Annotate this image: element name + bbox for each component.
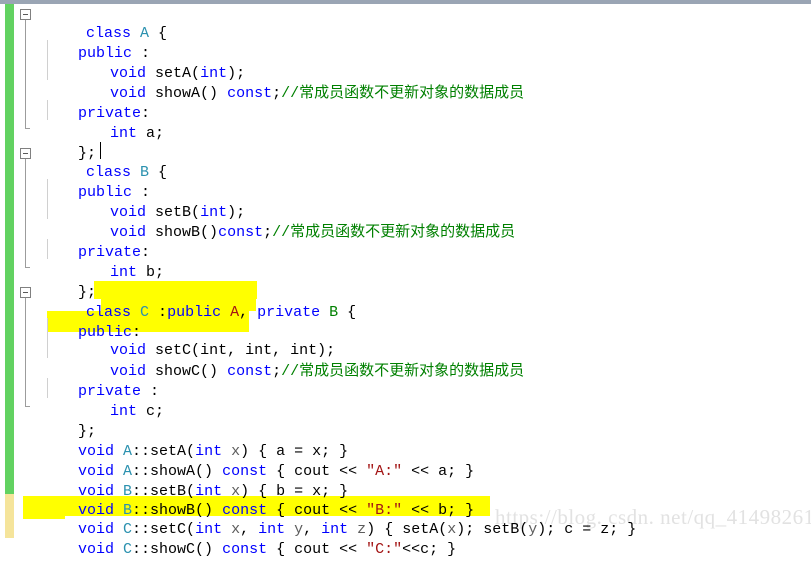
token-func: showC [155,363,201,380]
token-var: a; [146,125,165,142]
token-punct: () [200,224,219,241]
token-keyword2: public [167,304,231,321]
token-var: c; [146,403,165,420]
code-line-24[interactable]: void B::setB(int x) { b = x; } [24,462,348,500]
code-line-9[interactable]: public : [24,163,150,201]
token-sig: ::showC() [132,541,223,558]
code-line-5[interactable]: private: [24,84,150,122]
code-line-25[interactable]: void B::showB() const { cout << "B:" << … [24,481,474,519]
code-line-21[interactable]: }; [24,402,96,440]
code-line-20[interactable]: int c; [56,382,164,420]
token-comment: //常成员函数不更新对象的数据成员 [272,224,516,241]
token-arg-x: x [447,521,457,538]
token-brace: { [338,304,357,321]
token-punct: { [149,164,168,181]
token-keyword: int [110,264,147,281]
token-keyword: void [78,541,124,558]
token-punct2: ; [272,85,282,102]
code-line-22[interactable]: void A::setA(int x) { a = x; } [24,422,348,460]
token-func: showA [155,85,201,102]
token-var: b; [146,264,165,281]
token-punct: () [200,363,228,380]
token-punct: : [149,304,168,321]
token-body1: { cout << [267,541,367,558]
token-punct: { [149,25,168,42]
token-param-y: y [294,521,304,538]
code-line-15[interactable]: class C :public A, private B { [32,283,356,321]
token-body2: << a; } [402,463,475,480]
code-line-16[interactable]: public: [24,303,141,341]
code-line-18[interactable]: void showC() const;//常成员函数不更新对象的数据成员 [56,342,524,380]
token-int3: int [321,521,358,538]
code-editor[interactable]: class A { public : void setA(int); void … [0,0,811,558]
code-line-19[interactable]: private : [24,362,159,400]
code-line-6[interactable]: int a; [56,104,164,142]
code-line-2[interactable]: public : [24,24,150,62]
code-line-12[interactable]: private: [24,223,150,261]
token-comma2: , [303,521,322,538]
token-punct2: ; [263,224,273,241]
text-caret [100,142,101,159]
token-param-x: x [231,521,241,538]
token-punct: () [200,85,228,102]
code-line-14[interactable]: }; [24,263,96,301]
token-arg-y: y [528,521,538,538]
code-line-10[interactable]: void setB(int); [56,183,245,221]
token-body2: ); setB( [456,521,529,538]
token-body1: ) { setA( [366,521,448,538]
token-keyword2: const [218,224,264,241]
token-int1: int [195,521,232,538]
token-comment: //常成员函数不更新对象的数据成员 [281,363,525,380]
code-line-26[interactable]: void C::setC(int x, int y, int z) { setA… [24,500,636,538]
token-func: showB [155,224,201,241]
token-comma1: , [240,521,259,538]
token-comment: //常成员函数不更新对象的数据成员 [281,85,525,102]
token-param-z: z [357,521,367,538]
code-line-17[interactable]: void setC(int, int, int); [56,321,335,359]
token-const: const [222,541,268,558]
token-comma: , [239,304,258,321]
token-string: "A:" [366,463,403,480]
token-keyword2: const [227,363,273,380]
code-line-4[interactable]: void showA() const;//常成员函数不更新对象的数据成员 [56,64,524,102]
token-keyword: void [78,521,124,538]
token-string: "C:" [366,541,403,558]
token-punct2: ; [272,363,282,380]
token-type: C [140,304,150,321]
token-keyword3: private [257,304,330,321]
token-keyword2: const [227,85,273,102]
token-int2: int [258,521,295,538]
token-base-a: A [230,304,240,321]
code-line-3[interactable]: void setA(int); [56,44,245,82]
token-class: C [123,541,133,558]
code-line-23[interactable]: void A::showA() const { cout << "A:" << … [24,442,474,480]
token-keyword: int [110,125,147,142]
token-sig: ::setC( [132,521,196,538]
token-class: C [123,521,133,538]
token-body2: <<c; } [402,541,457,558]
token-keyword: int [110,403,147,420]
token-base-b: B [329,304,339,321]
code-line-7[interactable]: }; [24,124,96,162]
code-line-13[interactable]: int b; [56,243,164,281]
code-text-layer[interactable]: class A { public : void setA(int); void … [0,4,811,558]
code-line-1[interactable]: class A { [32,4,167,42]
code-line-11[interactable]: void showB()const;//常成员函数不更新对象的数据成员 [56,203,515,241]
token-body3: ); c = z; } [537,521,637,538]
